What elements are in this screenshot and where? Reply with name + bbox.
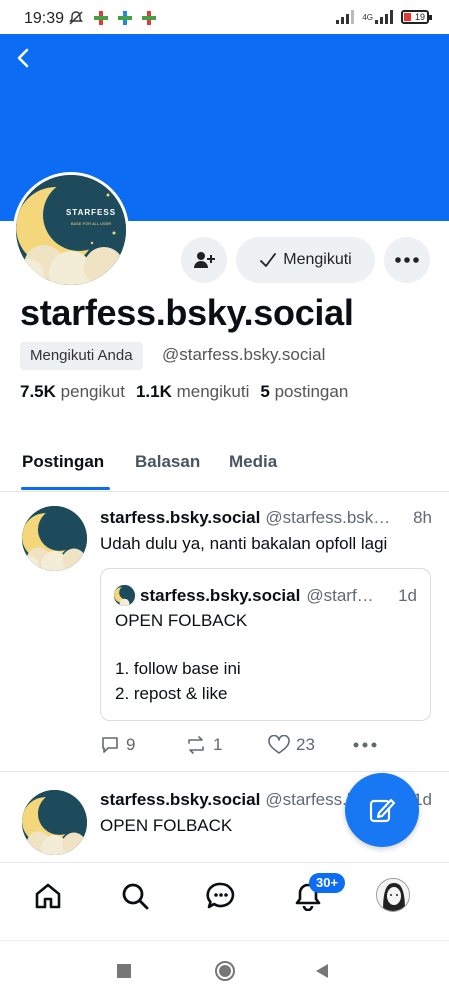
search-icon [122,883,149,910]
post-timestamp: 8h [413,508,432,527]
back-arrow-icon[interactable] [12,46,36,70]
home-icon [35,883,61,909]
app-notification-icon [142,11,156,25]
tab-media[interactable]: Media [229,452,277,472]
post-author-name[interactable]: starfess.bsky.social [100,790,260,810]
post-actions: 9 1 23 [100,734,430,756]
network-type: 4G [362,12,373,22]
nav-home[interactable] [31,879,65,913]
reply-count: 9 [126,735,136,754]
quoted-text-line: 1. follow base ini [115,659,241,678]
profile-display-name: starfess.bsky.social [20,292,354,333]
quoted-post-avatar [114,585,135,606]
repost-icon [188,736,204,754]
person-add-icon [194,252,215,268]
status-time: 19:39 [24,10,65,27]
system-navigation-bar [0,940,449,1000]
nav-profile-avatar[interactable] [376,878,410,912]
following-label: mengikuti [176,382,250,401]
post-more-button[interactable] [353,742,377,748]
like-button[interactable]: 23 [268,735,315,755]
status-notification-icons [68,10,156,26]
starfess-logo: STARFESS BASE FOR ALL USER [16,175,126,285]
quoted-post-header: starfess.bsky.social @starfess.bsky.soci… [114,585,417,606]
home-system-icon[interactable] [214,960,236,982]
bell-off-icon [69,11,83,25]
posts-count: 5 [260,382,270,401]
back-system-icon[interactable] [314,963,330,979]
nav-messages[interactable] [204,879,238,913]
quoted-author-handle: @starfess.bsky.social [306,585,375,605]
app-notification-icon [118,11,132,25]
following-button[interactable]: Mengikuti [236,237,375,283]
app-notification-icon [94,11,108,25]
quoted-post[interactable]: starfess.bsky.social @starfess.bsky.soci… [100,568,431,721]
followers-count: 7.5K [20,382,56,401]
tab-replies[interactable]: Balasan [135,452,200,472]
compose-icon [369,798,396,823]
like-count: 23 [296,735,315,754]
ellipsis-icon [395,257,419,263]
feed-post[interactable]: starfess.bsky.social @starfess.bsky.soci… [0,492,449,772]
comment-icon [102,737,118,753]
post-avatar[interactable] [22,790,87,855]
nav-search[interactable] [118,879,152,913]
battery-icon: 19 [401,10,432,24]
following-count: 1.1K [135,382,172,401]
post-text: Udah dulu ya, nanti bakalan opfoll lagi [100,534,388,553]
posts-stat: 5 postingan [260,382,348,402]
signal-icon [375,10,393,24]
quoted-timestamp: 1d [398,585,417,605]
post-header: starfess.bsky.social @starfess.bsky.soci… [100,508,432,528]
check-icon [260,253,277,267]
status-system-icons: 4G 19 [336,10,432,24]
quoted-author-name: starfess.bsky.social [140,585,301,605]
avatar-brand-subtext: BASE FOR ALL USER [71,221,111,226]
signal-icon [336,10,355,24]
active-tab-indicator [21,487,110,490]
following-button-label: Mengikuti [283,251,352,268]
avatar-brand-text: STARFESS [66,208,116,217]
starfess-logo [114,585,135,606]
profile-stats: 7.5K pengikut 1.1K mengikuti 5 postingan [20,382,348,402]
ellipsis-icon [353,742,377,748]
repost-button[interactable]: 1 [185,735,222,755]
status-bar: 19:39 4G 19 [0,0,449,34]
post-author-handle[interactable]: @starfess.bsky.social [265,508,393,528]
following-stat[interactable]: 1.1K mengikuti [136,382,249,402]
add-to-list-button[interactable] [181,237,227,283]
post-text: OPEN FOLBACK [100,816,233,835]
battery-level: 19 [414,12,425,22]
tab-posts[interactable]: Postingan [22,452,104,472]
quoted-text-line: OPEN FOLBACK [115,611,248,630]
repost-count: 1 [213,735,223,754]
post-author-name[interactable]: starfess.bsky.social [100,508,260,528]
notifications-badge: 30+ [309,873,346,893]
starfess-logo [22,790,87,855]
heart-icon [268,735,290,754]
reply-button[interactable]: 9 [100,735,135,755]
starfess-logo [22,506,87,571]
profile-tabs: Postingan Balasan Media [0,440,449,492]
posts-label: postingan [274,382,349,401]
chat-icon [206,882,235,909]
quoted-text-line: 2. repost & like [115,684,228,703]
follows-you-badge: Mengikuti Anda [20,342,143,370]
post-avatar[interactable] [22,506,87,571]
more-options-button[interactable] [384,237,430,283]
recents-icon[interactable] [116,963,132,979]
followers-label: pengikut [60,382,125,401]
profile-avatar[interactable]: STARFESS BASE FOR ALL USER [13,172,129,288]
followers-stat[interactable]: 7.5K pengikut [20,382,125,402]
compose-post-button[interactable] [345,773,419,847]
profile-handle: @starfess.bsky.social [162,345,326,364]
